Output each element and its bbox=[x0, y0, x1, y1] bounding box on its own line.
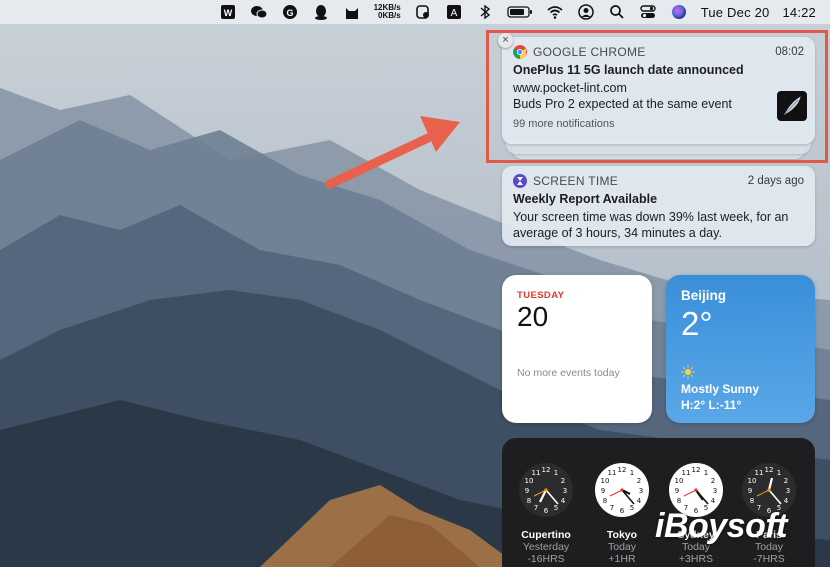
clock-day: Today bbox=[607, 541, 637, 553]
highlight-box bbox=[486, 30, 828, 163]
clock-face-icon: 12 3 6 9 12 45 78 1011 bbox=[519, 463, 573, 517]
svg-text:10: 10 bbox=[675, 477, 684, 485]
svg-text:7: 7 bbox=[534, 504, 538, 512]
svg-text:2: 2 bbox=[784, 477, 788, 485]
svg-text:11: 11 bbox=[532, 469, 541, 477]
clock-cupertino: 12 3 6 9 12 45 7 8 10 11 Cupertino Yesterday -1… bbox=[518, 462, 574, 565]
svg-text:12: 12 bbox=[618, 466, 627, 474]
clock-city: Tokyo bbox=[606, 529, 638, 541]
net-down: 0KB/s bbox=[378, 11, 401, 20]
svg-text:6: 6 bbox=[620, 507, 625, 515]
weather-widget[interactable]: Beijing 2° Mostly Sunny H:2° L:-11° bbox=[666, 275, 815, 423]
svg-text:8: 8 bbox=[527, 497, 531, 505]
svg-text:9: 9 bbox=[675, 487, 679, 495]
svg-text:12: 12 bbox=[542, 466, 551, 474]
notification-header: SCREEN TIME 2 days ago bbox=[513, 174, 804, 188]
weather-high-low: H:2° L:-11° bbox=[681, 398, 742, 412]
clock-offset: +1HR bbox=[608, 553, 636, 565]
weather-condition: Mostly Sunny bbox=[681, 382, 760, 396]
svg-text:9: 9 bbox=[748, 487, 752, 495]
calendar-date: 20 bbox=[517, 301, 549, 332]
user-icon[interactable] bbox=[577, 3, 595, 21]
watermark-logo: iBoysoft bbox=[655, 507, 788, 545]
svg-text:11: 11 bbox=[682, 469, 691, 477]
input-source-icon[interactable]: A bbox=[445, 3, 463, 21]
svg-text:1: 1 bbox=[777, 469, 781, 477]
calendar-empty-message: No more events today bbox=[517, 367, 620, 379]
notification-title: Weekly Report Available bbox=[513, 192, 658, 206]
svg-text:G: G bbox=[286, 8, 293, 18]
wechat-icon[interactable] bbox=[250, 3, 268, 21]
clock-offset: -7HRS bbox=[753, 553, 785, 565]
clock-face-icon: 12 3 6 9 12 45 78 1011 bbox=[595, 463, 649, 517]
svg-text:5: 5 bbox=[630, 504, 634, 512]
weather-temperature: 2° bbox=[681, 305, 713, 342]
svg-text:10: 10 bbox=[748, 477, 757, 485]
svg-text:3: 3 bbox=[563, 487, 567, 495]
svg-text:1: 1 bbox=[630, 469, 634, 477]
svg-text:9: 9 bbox=[525, 487, 529, 495]
svg-text:8: 8 bbox=[603, 497, 607, 505]
menu-bar: W G 12KB/s 0KB/s A Tue Dec 20 14:22 bbox=[0, 0, 830, 24]
cat-icon[interactable] bbox=[343, 3, 361, 21]
calendar-widget[interactable]: TUESDAY 20 No more events today bbox=[502, 275, 652, 423]
svg-text:5: 5 bbox=[554, 504, 558, 512]
calendar-weekday: TUESDAY bbox=[517, 290, 565, 301]
wifi-icon[interactable] bbox=[546, 3, 564, 21]
clock-tokyo: 12 3 6 9 12 45 7 8 10 11 Tokyo Today +1HR bbox=[594, 462, 650, 565]
wps-icon[interactable]: W bbox=[219, 3, 237, 21]
pointer-arrow-icon bbox=[325, 116, 460, 189]
net-speed: 12KB/s 0KB/s bbox=[374, 4, 401, 20]
svg-text:W: W bbox=[223, 8, 232, 18]
svg-text:12: 12 bbox=[765, 466, 774, 474]
control-center-icon[interactable] bbox=[639, 3, 657, 21]
notification-app-name: SCREEN TIME bbox=[533, 174, 619, 188]
svg-text:A: A bbox=[450, 8, 457, 19]
svg-text:2: 2 bbox=[637, 477, 641, 485]
svg-text:7: 7 bbox=[610, 504, 614, 512]
screen-time-icon bbox=[513, 174, 527, 188]
clock-offset: +3HRS bbox=[678, 553, 714, 565]
world-clock-widget[interactable]: 12 3 6 9 1245 7 8 10 11 Cupertino Yesterday -1… bbox=[502, 438, 815, 567]
svg-text:9: 9 bbox=[601, 487, 605, 495]
notification-body: Your screen time was down 39% last week,… bbox=[513, 210, 789, 240]
weather-city: Beijing bbox=[681, 288, 727, 303]
svg-text:11: 11 bbox=[755, 469, 764, 477]
svg-text:3: 3 bbox=[713, 487, 717, 495]
menubar-time[interactable]: 14:22 bbox=[782, 5, 816, 20]
svg-text:10: 10 bbox=[525, 477, 534, 485]
svg-text:6: 6 bbox=[544, 507, 549, 515]
bluetooth-icon[interactable] bbox=[476, 3, 494, 21]
svg-text:2: 2 bbox=[561, 477, 565, 485]
svg-text:3: 3 bbox=[786, 487, 790, 495]
grammarly-icon[interactable]: G bbox=[281, 3, 299, 21]
svg-text:8: 8 bbox=[750, 497, 754, 505]
siri-icon[interactable] bbox=[670, 3, 688, 21]
svg-text:4: 4 bbox=[784, 497, 789, 505]
clock-city: Cupertino bbox=[521, 529, 571, 541]
svg-text:3: 3 bbox=[639, 487, 643, 495]
clock-offset: -16HRS bbox=[527, 553, 565, 565]
notification-time: 2 days ago bbox=[747, 175, 804, 187]
svg-text:12: 12 bbox=[692, 466, 701, 474]
svg-text:4: 4 bbox=[561, 497, 566, 505]
svg-text:10: 10 bbox=[601, 477, 610, 485]
svg-text:4: 4 bbox=[637, 497, 642, 505]
clock-day: Yesterday bbox=[522, 541, 570, 553]
search-icon[interactable] bbox=[608, 3, 626, 21]
svg-text:8: 8 bbox=[677, 497, 681, 505]
svg-text:1: 1 bbox=[554, 469, 558, 477]
menubar-date[interactable]: Tue Dec 20 bbox=[701, 5, 770, 20]
clipboard-icon[interactable] bbox=[414, 3, 432, 21]
qq-icon[interactable] bbox=[312, 3, 330, 21]
sun-icon bbox=[681, 365, 695, 379]
svg-text:11: 11 bbox=[608, 469, 617, 477]
screen-time-notification[interactable]: SCREEN TIME 2 days ago Weekly Report Ava… bbox=[502, 166, 815, 246]
svg-text:1: 1 bbox=[704, 469, 708, 477]
svg-text:4: 4 bbox=[711, 497, 716, 505]
svg-text:2: 2 bbox=[711, 477, 715, 485]
battery-icon[interactable] bbox=[507, 3, 533, 21]
